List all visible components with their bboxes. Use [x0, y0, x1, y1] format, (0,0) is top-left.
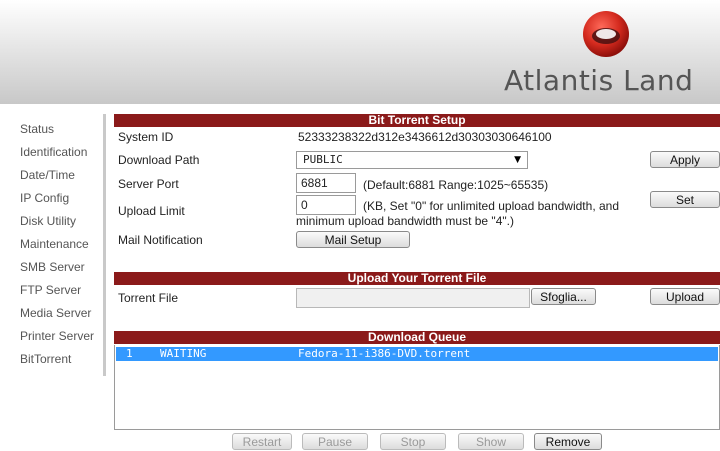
- mail-setup-button[interactable]: Mail Setup: [296, 231, 410, 248]
- atlantis-logo-icon: [583, 11, 629, 57]
- restart-button[interactable]: Restart: [232, 433, 292, 450]
- system-id-value: 52333238322d312e3436612d30303030646100: [298, 130, 552, 144]
- upload-limit-hint-line2: minimum upload bandwidth must be "4".): [296, 214, 514, 228]
- sidebar-item-disk-utility[interactable]: Disk Utility: [20, 214, 76, 228]
- server-port-input[interactable]: 6881: [296, 173, 356, 193]
- download-path-label: Download Path: [118, 153, 200, 167]
- torrent-file-input[interactable]: [296, 288, 530, 308]
- sidebar-item-maintenance[interactable]: Maintenance: [20, 237, 89, 251]
- set-button[interactable]: Set: [650, 191, 720, 208]
- mail-notification-label: Mail Notification: [118, 233, 203, 247]
- download-path-select[interactable]: PUBLIC ▼: [296, 151, 528, 169]
- sidebar-item-date-time[interactable]: Date/Time: [20, 168, 75, 182]
- sidebar-item-ip-config[interactable]: IP Config: [20, 191, 69, 205]
- sidebar-divider: [103, 114, 106, 376]
- upload-limit-label: Upload Limit: [118, 204, 185, 218]
- dropdown-arrow-icon: ▼: [514, 155, 521, 165]
- sidebar-item-identification[interactable]: Identification: [20, 145, 87, 159]
- sidebar-item-smb-server[interactable]: SMB Server: [20, 260, 85, 274]
- queue-row-name: Fedora-11-i386-DVD.torrent: [298, 347, 471, 360]
- upload-limit-input[interactable]: 0: [296, 195, 356, 215]
- section-title-setup: Bit Torrent Setup: [114, 114, 720, 127]
- torrent-file-label: Torrent File: [118, 291, 179, 305]
- remove-button[interactable]: Remove: [534, 433, 602, 450]
- system-id-label: System ID: [118, 130, 174, 144]
- sidebar-item-ftp-server[interactable]: FTP Server: [20, 283, 81, 297]
- sidebar-item-bittorrent[interactable]: BitTorrent: [20, 352, 71, 366]
- server-port-label: Server Port: [118, 177, 179, 191]
- upload-limit-hint-line1: (KB, Set "0" for unlimited upload bandwi…: [363, 199, 620, 213]
- section-title-queue: Download Queue: [114, 331, 720, 344]
- brand-logo-text: Atlantis Land: [504, 64, 694, 97]
- header-banner: Atlantis Land: [0, 0, 720, 104]
- sidebar-item-status[interactable]: Status: [20, 122, 54, 136]
- queue-row-index: 1: [126, 347, 133, 360]
- upload-button[interactable]: Upload: [650, 288, 720, 305]
- queue-row[interactable]: 1 WAITING Fedora-11-i386-DVD.torrent: [116, 347, 718, 361]
- server-port-hint: (Default:6881 Range:1025~65535): [363, 178, 549, 192]
- download-path-value: PUBLIC: [303, 153, 343, 166]
- show-button[interactable]: Show: [458, 433, 524, 450]
- stop-button[interactable]: Stop: [380, 433, 446, 450]
- section-title-upload: Upload Your Torrent File: [114, 272, 720, 285]
- sidebar-item-printer-server[interactable]: Printer Server: [20, 329, 94, 343]
- sidebar-item-media-server[interactable]: Media Server: [20, 306, 91, 320]
- browse-button[interactable]: Sfoglia...: [531, 288, 596, 305]
- apply-button[interactable]: Apply: [650, 151, 720, 168]
- pause-button[interactable]: Pause: [302, 433, 368, 450]
- queue-row-status: WAITING: [160, 347, 207, 360]
